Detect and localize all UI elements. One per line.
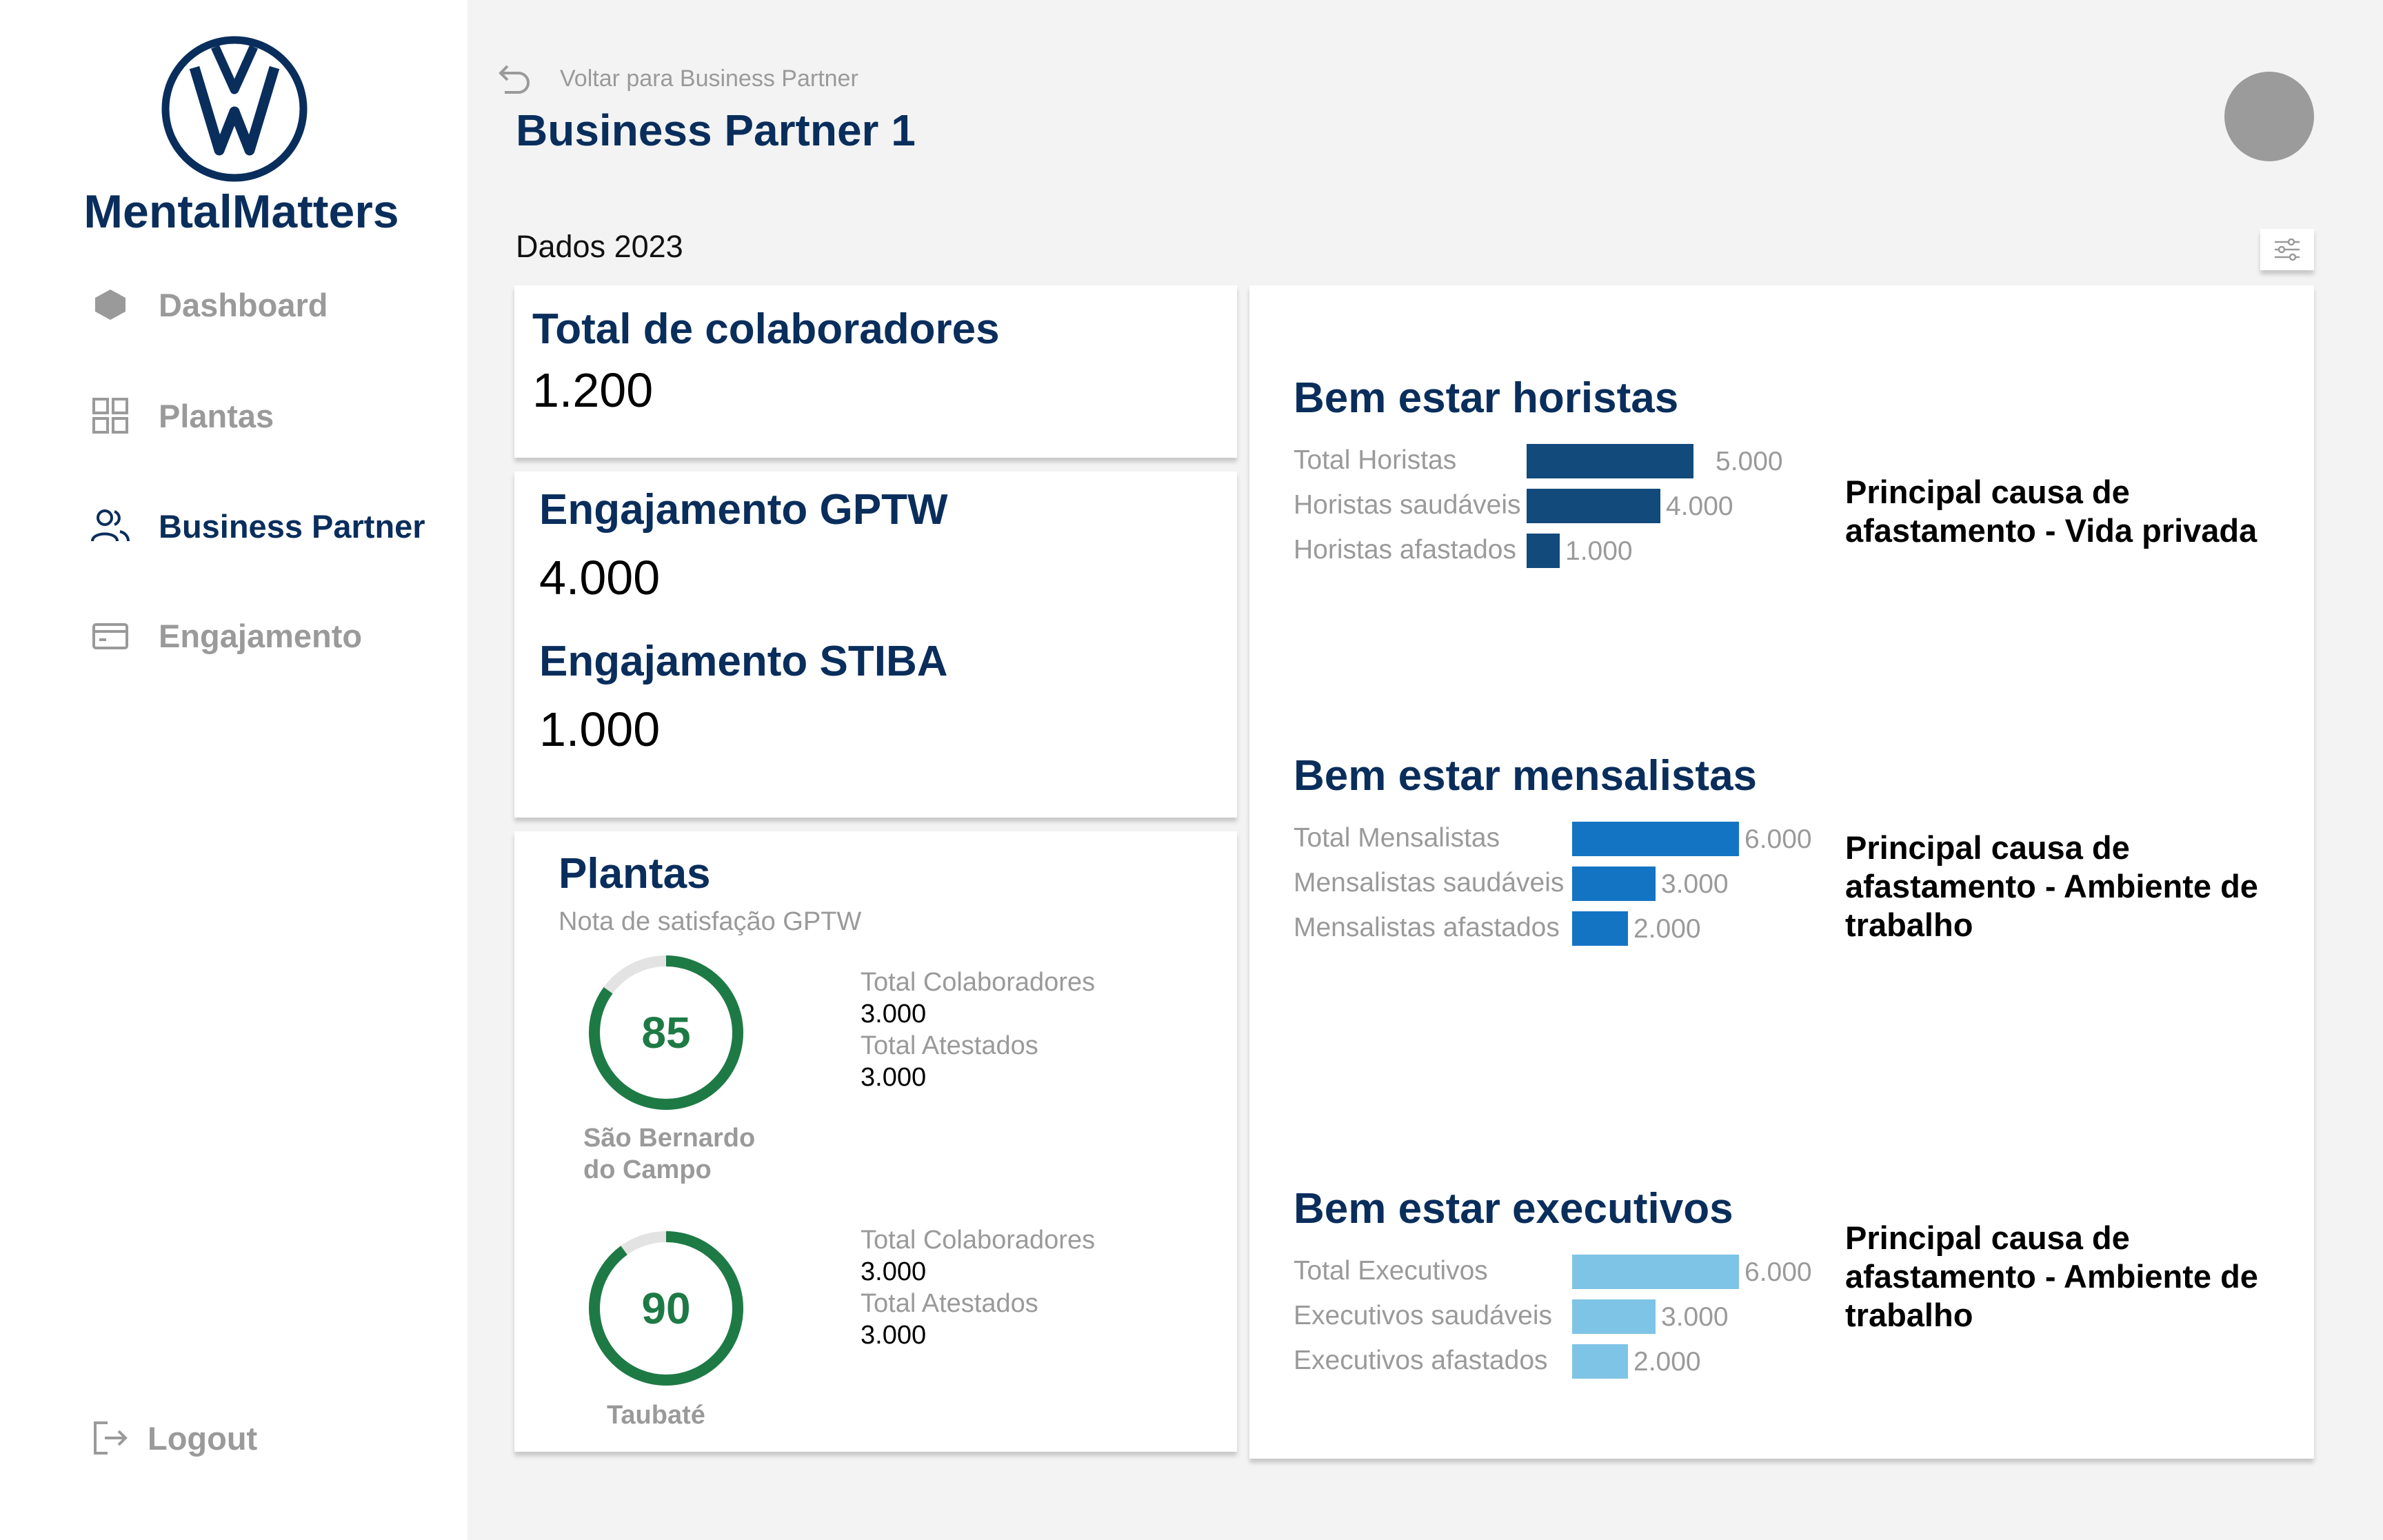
logout-button[interactable]: Logout <box>90 1404 257 1472</box>
total-colaboradores-value: 1.200 <box>532 363 654 417</box>
colab-label: Total Colaboradores <box>861 968 1096 997</box>
bar-label: Mensalistas saudáveis <box>1294 868 1565 898</box>
principal-causa-text: Principal causa de afastamento - Ambiente… <box>1845 1219 2286 1335</box>
total-colaboradores-card: Total de colaboradores 1.200 <box>514 285 1237 458</box>
atest-value: 3.000 <box>861 1063 927 1092</box>
principal-causa-line: afastamento - Ambiente de <box>1845 868 2258 904</box>
engajamento-gptw-value: 4.000 <box>539 551 661 605</box>
bar-label: Executivos saudáveis <box>1294 1301 1553 1330</box>
bar <box>1527 444 1693 478</box>
plantas-subtitle: Nota de satisfação GPTW <box>559 907 862 936</box>
satisfaction-score: 90 <box>641 1284 691 1333</box>
principal-causa-text: Principal causa de afastamento - Ambiente… <box>1845 829 2286 944</box>
bar-label: Horistas afastados <box>1294 535 1516 565</box>
logout-label: Logout <box>148 1419 258 1457</box>
undo-arrow-icon <box>499 65 530 94</box>
atest-label: Total Atestados <box>861 1031 1038 1060</box>
bem-estar-card: Bem estar horistas Total Horistas 5.000 Hor… <box>1249 285 2314 1459</box>
planta-name-line: do Campo <box>583 1155 712 1184</box>
bar <box>1572 911 1628 946</box>
avatar[interactable] <box>2224 72 2314 161</box>
bar <box>1572 822 1739 856</box>
bar-value: 6.000 <box>1744 824 1812 854</box>
nav-item-label: Engajamento <box>159 617 363 654</box>
bar-value: 1.000 <box>1565 536 1633 566</box>
engajamento-gptw-label: Engajamento GPTW <box>539 486 948 534</box>
planta-name: Taubaté <box>607 1399 705 1431</box>
colab-label: Total Colaboradores <box>861 1226 1096 1255</box>
nav-item-label: Dashboard <box>159 286 328 323</box>
nav-item-engajamento[interactable]: Engajamento <box>90 601 362 670</box>
satisfaction-score: 85 <box>641 1008 691 1057</box>
nav-item-dashboard[interactable]: Dashboard <box>90 270 328 339</box>
section-title: Dados 2023 <box>516 229 683 264</box>
bar-value: 2.000 <box>1633 914 1701 944</box>
filter-button[interactable] <box>2260 229 2314 270</box>
engajamento-stiba-label: Engajamento STIBA <box>539 638 948 685</box>
bar-value: 4.000 <box>1666 492 1733 521</box>
plantas-title: Plantas <box>559 850 711 898</box>
bem-estar-title: Bem estar horistas <box>1294 374 1679 422</box>
planta-name: São Bernardo do Campo <box>583 1122 755 1186</box>
colab-value: 3.000 <box>861 1257 927 1286</box>
principal-causa-line: afastamento - Vida privada <box>1845 512 2258 549</box>
engajamento-stiba-value: 1.000 <box>539 702 661 756</box>
planta-stats: Total Colaboradores 3.000 Total Atestado… <box>861 1224 1095 1351</box>
volkswagen-logo-icon <box>161 36 308 182</box>
principal-causa-line: trabalho <box>1845 1297 1973 1333</box>
bem-estar-title: Bem estar executivos <box>1294 1185 1733 1233</box>
grid-icon <box>90 395 131 436</box>
bar-label: Mensalistas afastados <box>1294 913 1560 942</box>
bar-value: 3.000 <box>1661 869 1729 899</box>
back-link-label: Voltar para Business Partner <box>560 65 858 92</box>
colab-value: 3.000 <box>861 1000 927 1029</box>
principal-causa-line: Principal causa de <box>1845 829 2130 866</box>
bar-value: 3.000 <box>1661 1302 1729 1332</box>
total-colaboradores-label: Total de colaboradores <box>532 305 1000 353</box>
bar <box>1527 489 1660 523</box>
sidebar: MentalMatters Dashboard Plantas Business… <box>0 0 467 1540</box>
layers-icon <box>90 284 131 325</box>
bar <box>1572 867 1656 901</box>
bem-estar-title: Bem estar mensalistas <box>1294 752 1758 800</box>
atest-value: 3.000 <box>861 1321 927 1350</box>
bar-label: Total Executivos <box>1294 1256 1488 1286</box>
bar-value: 5.000 <box>1716 447 1783 476</box>
bar-label: Executivos afastados <box>1294 1346 1548 1375</box>
nav-item-label: Business Partner <box>159 507 425 545</box>
plantas-card: Plantas Nota de satisfação GPTW 85 São B… <box>514 831 1237 1452</box>
principal-causa-line: Principal causa de <box>1845 474 2130 510</box>
bar <box>1572 1299 1656 1334</box>
bar <box>1572 1255 1739 1289</box>
engajamento-card: Engajamento GPTW 4.000 Engajamento STIBA… <box>514 472 1237 818</box>
bar <box>1572 1344 1628 1379</box>
planta-name-line: Taubaté <box>607 1401 705 1430</box>
card-icon <box>90 615 131 656</box>
planta-stats: Total Colaboradores 3.000 Total Atestado… <box>861 966 1095 1093</box>
principal-causa-line: Principal causa de <box>1845 1219 2130 1256</box>
brand-name: MentalMatters <box>83 185 399 238</box>
bar-label: Horistas saudáveis <box>1294 490 1521 520</box>
back-link[interactable]: Voltar para Business Partner <box>496 61 858 97</box>
users-icon <box>90 505 131 547</box>
planta-name-line: São Bernardo <box>583 1124 756 1153</box>
nav-item-business-partner[interactable]: Business Partner <box>90 492 425 560</box>
nav-item-label: Plantas <box>159 397 274 434</box>
bar <box>1527 534 1560 568</box>
atest-label: Total Atestados <box>861 1289 1038 1318</box>
sliders-icon <box>2275 238 2300 261</box>
bar-value: 2.000 <box>1633 1347 1701 1377</box>
bar-label: Total Mensalistas <box>1294 823 1500 853</box>
nav-item-plantas[interactable]: Plantas <box>90 381 274 450</box>
page-title: Business Partner 1 <box>516 105 916 155</box>
principal-causa-line: trabalho <box>1845 906 1973 943</box>
principal-causa-line: afastamento - Ambiente de <box>1845 1258 2258 1295</box>
bar-value: 6.000 <box>1744 1257 1812 1287</box>
principal-causa-text: Principal causa de afastamento - Vida pri… <box>1845 473 2286 550</box>
bar-label: Total Horistas <box>1294 445 1457 475</box>
logout-icon <box>90 1417 131 1459</box>
